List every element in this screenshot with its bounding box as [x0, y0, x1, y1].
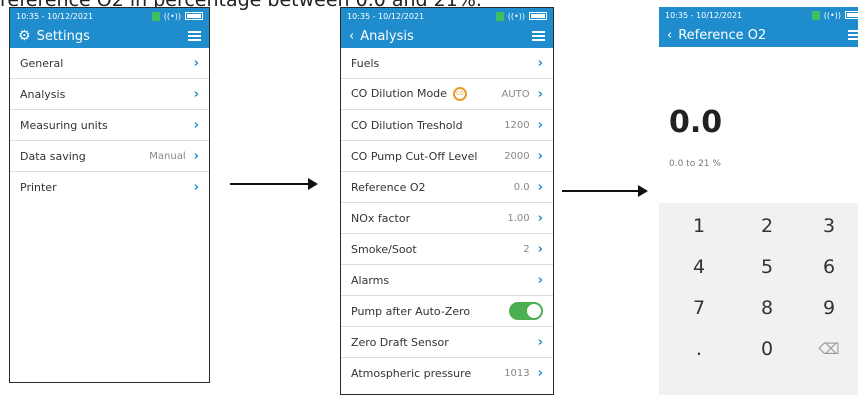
page-title: Reference O2 — [678, 27, 767, 43]
status-bar: 10:35 - 10/12/2021 ((•)) — [659, 7, 858, 23]
chevron-right-icon: › — [193, 55, 199, 71]
key-0[interactable]: 0 — [747, 338, 787, 360]
settings-item-measuring-units[interactable]: Measuring units › — [10, 110, 209, 141]
analysis-header: ‹ Analysis — [341, 24, 553, 48]
settings-item-general[interactable]: General › — [10, 48, 209, 79]
menu-icon[interactable] — [848, 30, 858, 40]
chevron-right-icon: › — [537, 210, 543, 226]
status-bar: 10:35 - 10/12/2021 ((•)) — [341, 8, 553, 24]
gear-icon: ⚙ — [18, 28, 31, 44]
back-icon[interactable]: ‹ — [667, 28, 672, 43]
data-saving-value: Manual — [149, 150, 186, 162]
key-5[interactable]: 5 — [747, 256, 787, 278]
wireless-icon: ((•)) — [163, 11, 181, 21]
settings-item-data-saving[interactable]: Data saving Manual › — [10, 141, 209, 172]
page-title: Analysis — [360, 28, 414, 44]
analysis-item-atmospheric-pressure[interactable]: Atmospheric pressure 1013 › — [341, 358, 553, 389]
analysis-item-co-pump-cutoff[interactable]: CO Pump Cut-Off Level 2000 › — [341, 141, 553, 172]
back-icon[interactable]: ‹ — [349, 29, 354, 44]
sd-card-icon — [151, 11, 160, 21]
chevron-right-icon: › — [537, 117, 543, 133]
analysis-item-fuels[interactable]: Fuels › — [341, 48, 553, 79]
battery-icon — [845, 11, 858, 19]
chevron-right-icon: › — [537, 334, 543, 350]
chevron-right-icon: › — [537, 148, 543, 164]
wireless-icon: ((•)) — [507, 11, 525, 21]
menu-icon[interactable] — [188, 31, 201, 41]
chevron-right-icon: › — [537, 241, 543, 257]
key-4[interactable]: 4 — [679, 256, 719, 278]
backspace-icon[interactable]: ⌫ — [809, 340, 849, 358]
chevron-right-icon: › — [193, 148, 199, 164]
key-8[interactable]: 8 — [747, 297, 787, 319]
status-time: 10:35 - 10/12/2021 — [665, 10, 743, 20]
key-9[interactable]: 9 — [809, 297, 849, 319]
analysis-item-alarms[interactable]: Alarms › — [341, 265, 553, 296]
sd-card-icon — [811, 10, 820, 20]
battery-icon — [529, 12, 547, 20]
analysis-item-co-dilution-treshold[interactable]: CO Dilution Treshold 1200 › — [341, 110, 553, 141]
page-title: Settings — [36, 28, 90, 44]
reference-o2-range: 0.0 to 21 % — [669, 159, 721, 169]
co-dilution-mode-value: AUTO — [501, 88, 530, 100]
chevron-right-icon: › — [193, 117, 199, 133]
settings-header: ⚙ Settings — [10, 24, 209, 48]
chevron-right-icon: › — [537, 86, 543, 102]
analysis-item-pump-after-autozero[interactable]: Pump after Auto-Zero — [341, 296, 553, 327]
analysis-item-zero-draft-sensor[interactable]: Zero Draft Sensor › — [341, 327, 553, 358]
chevron-right-icon: › — [537, 179, 543, 195]
status-time: 10:35 - 10/12/2021 — [347, 11, 425, 21]
key-7[interactable]: 7 — [679, 297, 719, 319]
chevron-right-icon: › — [193, 86, 199, 102]
chevron-right-icon: › — [537, 55, 543, 71]
reference-o2-value[interactable]: 0.0 — [669, 105, 722, 140]
analysis-item-smoke-soot[interactable]: Smoke/Soot 2 › — [341, 234, 553, 265]
reference-o2-screen: 10:35 - 10/12/2021 ((•)) ‹ Reference O2 … — [659, 7, 858, 395]
chevron-right-icon: › — [193, 180, 199, 195]
flow-arrow-2 — [562, 185, 648, 197]
settings-item-analysis[interactable]: Analysis › — [10, 79, 209, 110]
key-3[interactable]: 3 — [809, 215, 849, 237]
numeric-keypad: 1 2 3 4 5 6 7 8 9 . 0 ⌫ — [659, 203, 858, 395]
pump-autozero-toggle[interactable] — [509, 302, 543, 320]
co-shield-icon: CO — [452, 87, 467, 101]
sd-card-icon — [495, 11, 504, 21]
analysis-item-co-dilution-mode[interactable]: CO Dilution Mode CO AUTO › — [341, 79, 553, 110]
reference-o2-header: ‹ Reference O2 — [659, 23, 858, 47]
chevron-right-icon: › — [537, 366, 543, 381]
status-time: 10:35 - 10/12/2021 — [16, 11, 94, 21]
key-2[interactable]: 2 — [747, 215, 787, 237]
key-6[interactable]: 6 — [809, 256, 849, 278]
analysis-item-nox-factor[interactable]: NOx factor 1.00 › — [341, 203, 553, 234]
key-1[interactable]: 1 — [679, 215, 719, 237]
analysis-screen: 10:35 - 10/12/2021 ((•)) ‹ Analysis Fuel… — [340, 7, 554, 395]
status-bar: 10:35 - 10/12/2021 ((•)) — [10, 8, 209, 24]
key-decimal[interactable]: . — [679, 338, 719, 360]
settings-screen: 10:35 - 10/12/2021 ((•)) ⚙ Settings Gene… — [9, 7, 210, 383]
analysis-item-reference-o2[interactable]: Reference O2 0.0 › — [341, 172, 553, 203]
settings-item-printer[interactable]: Printer › — [10, 172, 209, 203]
flow-arrow-1 — [230, 178, 318, 190]
menu-icon[interactable] — [532, 31, 545, 41]
wireless-icon: ((•)) — [823, 10, 841, 20]
battery-icon — [185, 12, 203, 20]
chevron-right-icon: › — [537, 272, 543, 288]
